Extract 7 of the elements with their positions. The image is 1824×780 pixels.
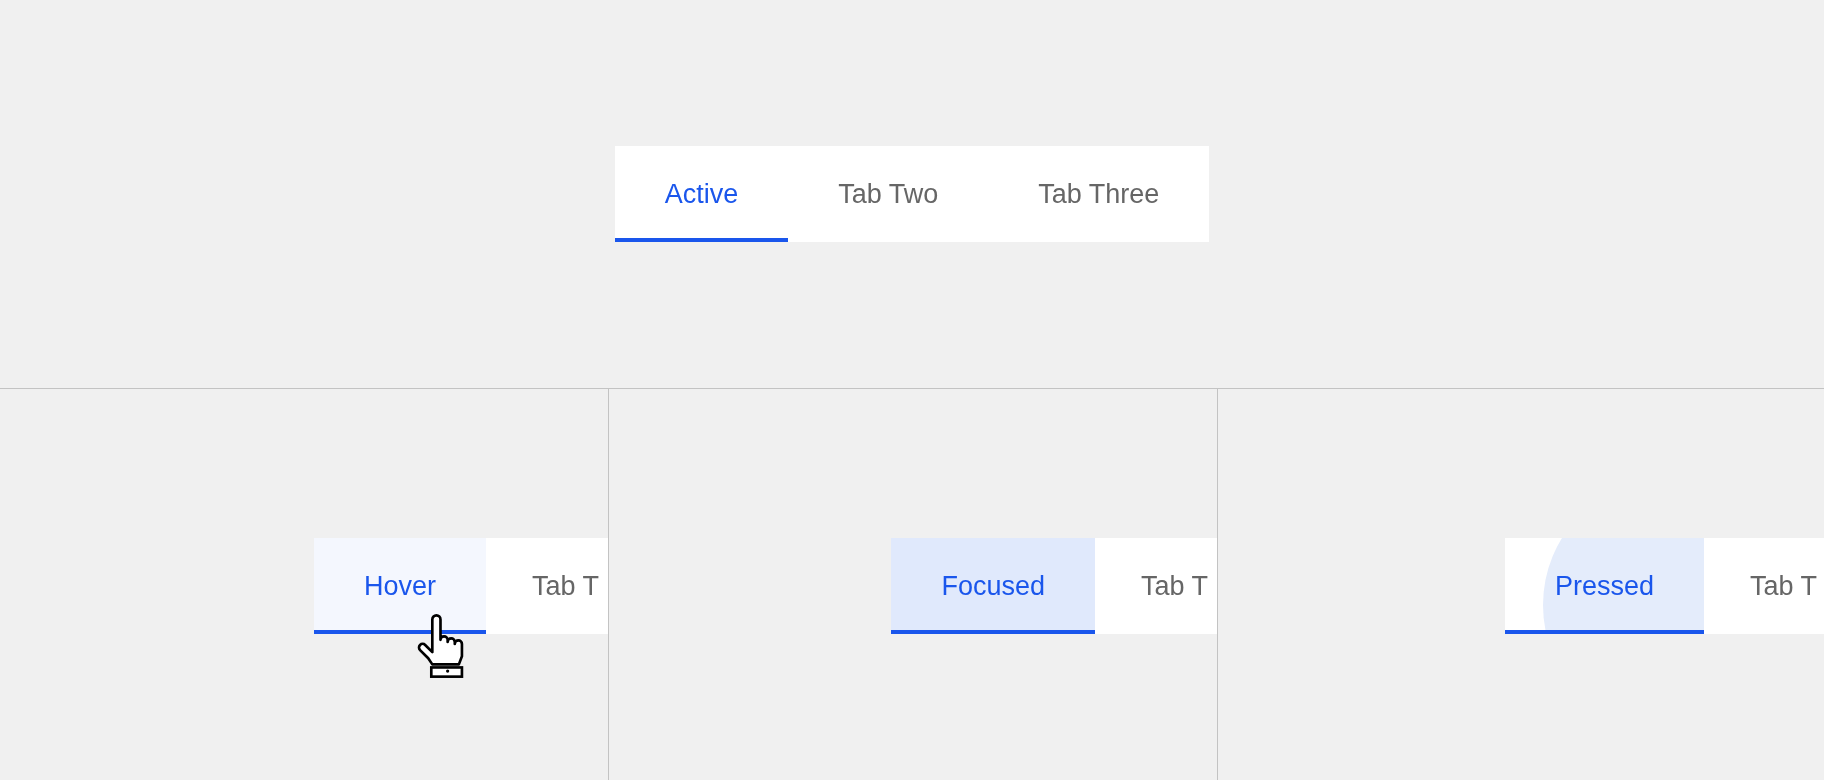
tab[interactable]: Tab T xyxy=(486,538,608,634)
tab[interactable]: Tab T xyxy=(1704,538,1824,634)
tab[interactable]: Pressed xyxy=(1504,538,1704,634)
tab[interactable]: Tab T xyxy=(1095,538,1217,634)
tab[interactable]: Hover xyxy=(313,538,486,634)
hand-cursor-icon xyxy=(417,613,465,679)
tab[interactable]: Focused xyxy=(891,538,1095,634)
